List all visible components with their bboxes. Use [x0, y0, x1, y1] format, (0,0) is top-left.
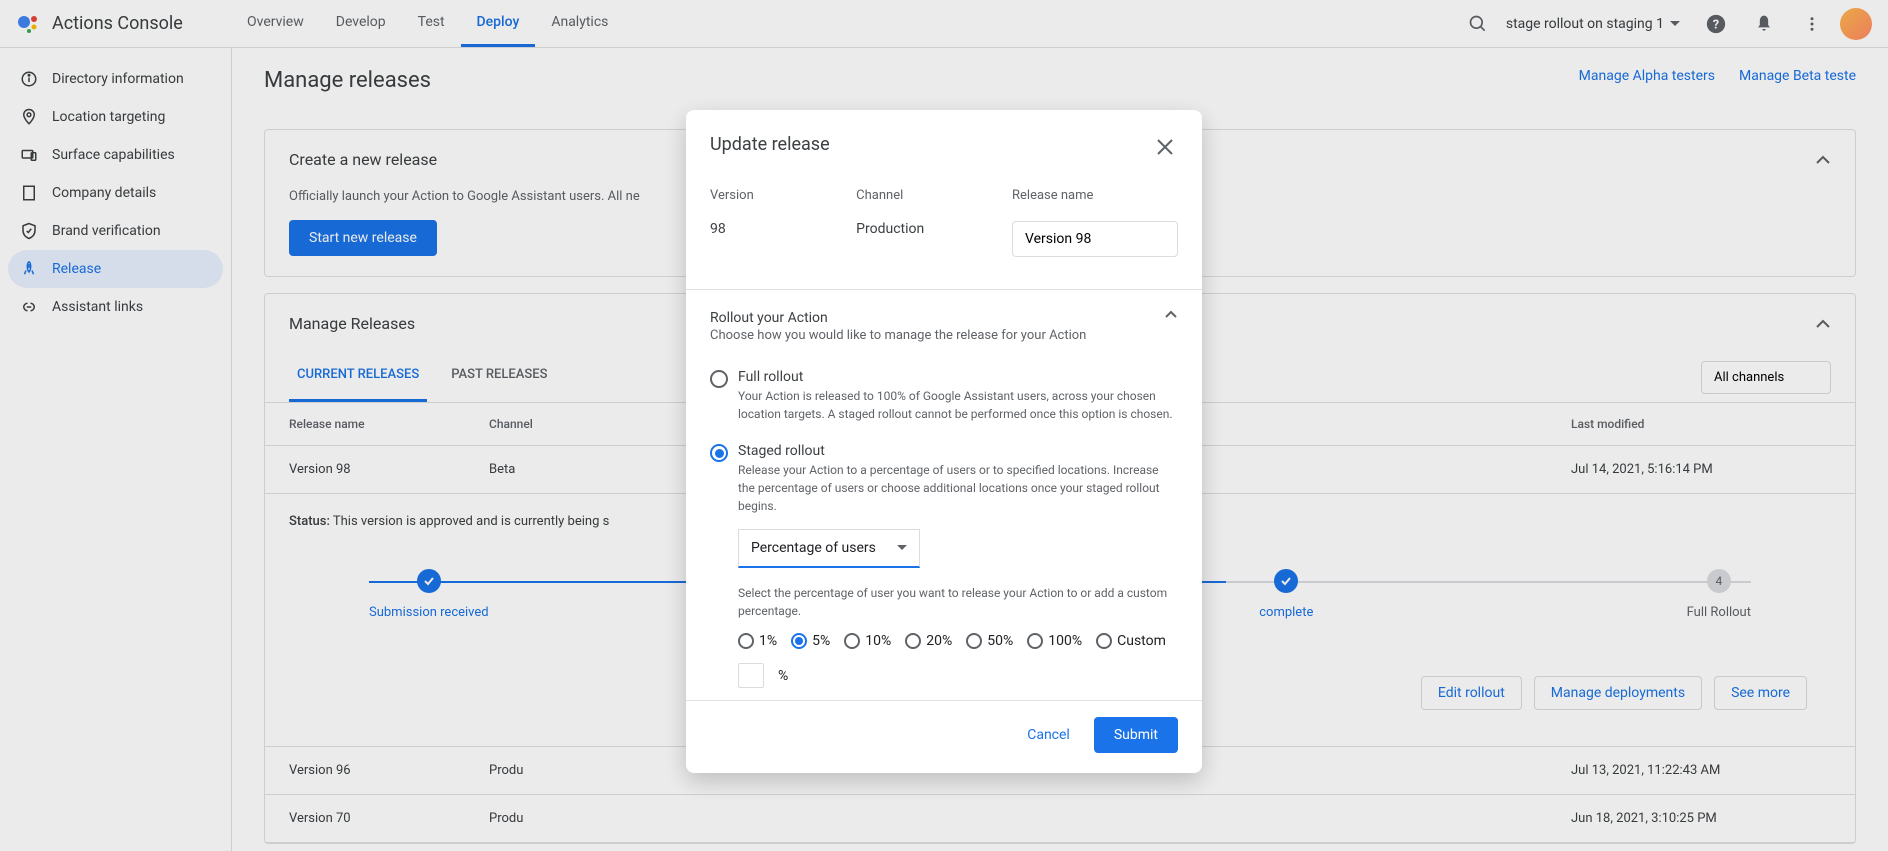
chevron-down-icon	[897, 545, 907, 551]
modal-overlay: Update release Version 98 Channel Produc…	[0, 0, 1888, 851]
dialog-title: Update release	[710, 134, 830, 155]
close-icon[interactable]	[1152, 134, 1178, 164]
release-name-label: Release name	[1012, 188, 1178, 203]
pct-20-label: 20%	[926, 633, 952, 649]
pct-custom-radio[interactable]	[1096, 633, 1112, 649]
pct-50-radio[interactable]	[966, 633, 982, 649]
pct-custom-label: Custom	[1117, 633, 1166, 649]
channel-label: Channel	[856, 188, 972, 203]
pct-100-label: 100%	[1048, 633, 1082, 649]
pct-5-label: 5%	[812, 633, 830, 649]
rollout-subtitle: Choose how you would like to manage the …	[710, 328, 1086, 343]
pct-50-label: 50%	[987, 633, 1013, 649]
pct-10-radio[interactable]	[844, 633, 860, 649]
submit-button[interactable]: Submit	[1094, 717, 1178, 753]
full-rollout-desc: Your Action is released to 100% of Googl…	[738, 387, 1178, 423]
pct-5-radio[interactable]	[791, 633, 807, 649]
full-rollout-radio[interactable]	[710, 370, 728, 388]
staged-rollout-radio[interactable]	[710, 444, 728, 462]
full-rollout-label: Full rollout	[738, 369, 1178, 385]
staged-rollout-desc: Release your Action to a percentage of u…	[738, 461, 1178, 515]
release-name-input[interactable]	[1012, 221, 1178, 257]
staged-rollout-label: Staged rollout	[738, 443, 1178, 459]
custom-percent-input[interactable]	[738, 663, 764, 688]
percentage-helper: Select the percentage of user you want t…	[738, 584, 1178, 620]
channel-value: Production	[856, 221, 972, 237]
dropdown-value: Percentage of users	[751, 540, 876, 556]
percent-suffix: %	[778, 668, 788, 684]
version-label: Version	[710, 188, 816, 203]
chevron-up-icon[interactable]	[1164, 310, 1178, 319]
update-release-dialog: Update release Version 98 Channel Produc…	[686, 110, 1202, 773]
pct-100-radio[interactable]	[1027, 633, 1043, 649]
rollout-title: Rollout your Action	[710, 310, 1086, 326]
version-value: 98	[710, 221, 816, 237]
rollout-mode-dropdown[interactable]: Percentage of users	[738, 529, 920, 568]
pct-10-label: 10%	[865, 633, 891, 649]
pct-20-radio[interactable]	[905, 633, 921, 649]
cancel-button[interactable]: Cancel	[1011, 717, 1086, 753]
pct-1-radio[interactable]	[738, 633, 754, 649]
pct-1-label: 1%	[759, 633, 777, 649]
